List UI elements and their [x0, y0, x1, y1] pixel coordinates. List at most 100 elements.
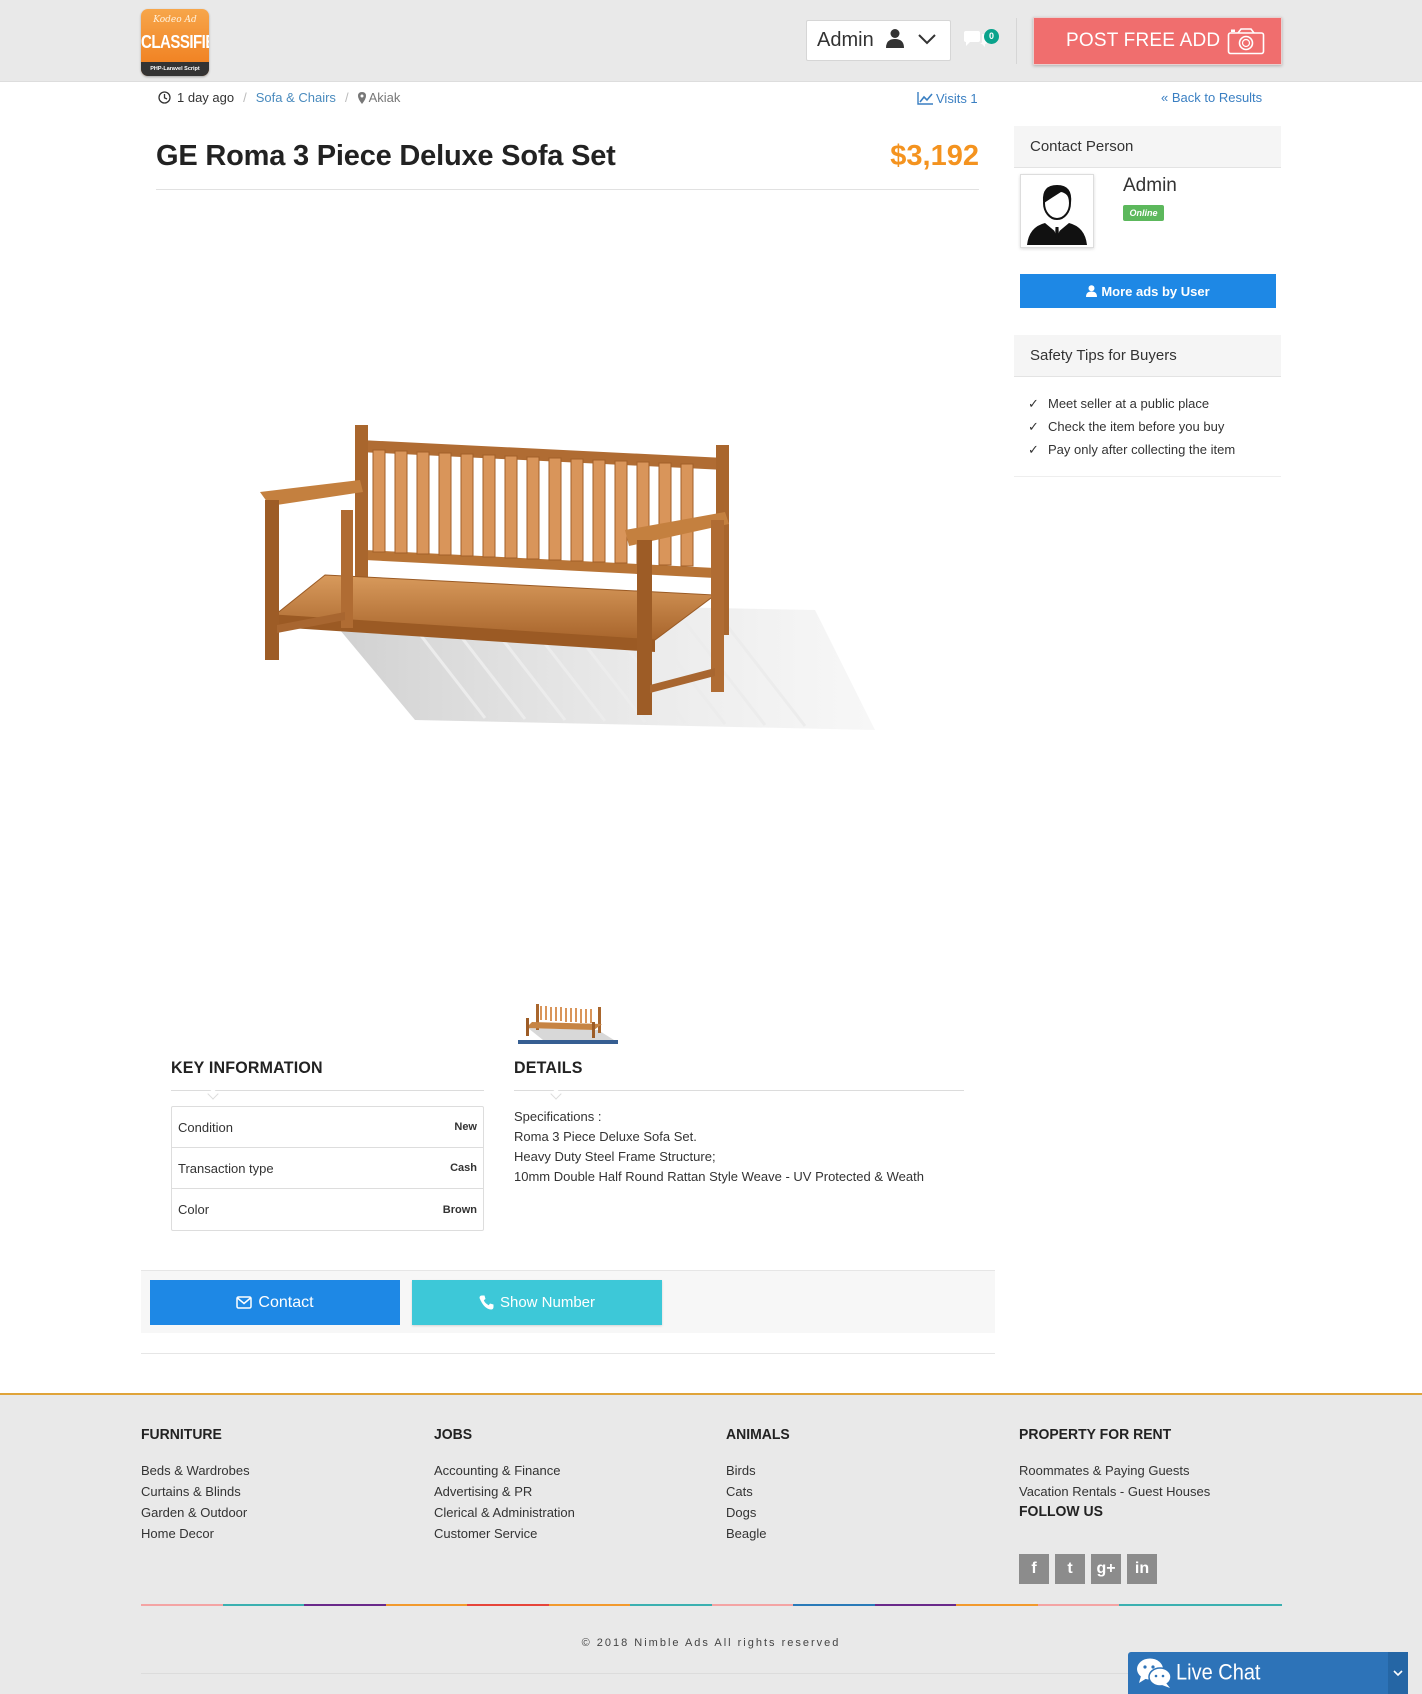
- camera-icon: [1227, 28, 1265, 61]
- color-stripe-segment: [711, 1604, 793, 1606]
- line-chart-icon: [917, 92, 933, 105]
- footer-column-title: ANIMALS: [726, 1425, 790, 1443]
- header-divider: [1016, 18, 1017, 64]
- info-key: Transaction type: [178, 1160, 274, 1176]
- footer-link[interactable]: Vacation Rentals - Guest Houses: [1019, 1481, 1210, 1502]
- contact-person-heading: Contact Person: [1014, 126, 1281, 168]
- table-row: Color Brown: [172, 1189, 483, 1230]
- live-chat-widget[interactable]: Live Chat: [1128, 1652, 1408, 1694]
- chat-bubbles-icon: [1137, 1658, 1172, 1688]
- color-stripe-segment: [1037, 1604, 1119, 1606]
- footer-link[interactable]: Home Decor: [141, 1523, 250, 1544]
- back-to-results-label: Back to Results: [1171, 90, 1263, 105]
- user-menu-dropdown[interactable]: Admin: [806, 20, 951, 61]
- footer-link[interactable]: Birds: [726, 1460, 766, 1481]
- twitter-icon[interactable]: t: [1055, 1554, 1085, 1584]
- color-stripe-segment: [793, 1604, 875, 1606]
- breadcrumb-separator: /: [344, 90, 349, 105]
- user-icon: [1086, 285, 1098, 297]
- content-divider: [141, 1353, 995, 1354]
- listing-location[interactable]: Akiak: [369, 90, 401, 105]
- more-ads-label: More ads by User: [1101, 283, 1210, 299]
- details-divider: [514, 1088, 964, 1100]
- footer-link[interactable]: Curtains & Blinds: [141, 1481, 250, 1502]
- footer-link-list: Accounting & Finance Advertising & PR Cl…: [434, 1460, 575, 1544]
- footer-link[interactable]: Customer Service: [434, 1523, 575, 1544]
- breadcrumb-category-link[interactable]: Sofa & Chairs: [256, 90, 336, 105]
- details-line: Specifications :: [514, 1109, 602, 1124]
- follow-us-heading: FOLLOW US: [1019, 1502, 1103, 1520]
- table-row: Condition New: [172, 1107, 483, 1148]
- logo-top-text: Kodeo Ad: [153, 15, 197, 25]
- facebook-icon[interactable]: f: [1019, 1554, 1049, 1584]
- footer-column-title: PROPERTY FOR RENT: [1019, 1425, 1172, 1443]
- contact-button[interactable]: Contact: [150, 1280, 400, 1325]
- footer-link[interactable]: Clerical & Administration: [434, 1502, 575, 1523]
- footer-link[interactable]: Cats: [726, 1481, 766, 1502]
- chevron-down-icon: [917, 32, 936, 50]
- chevron-down-icon[interactable]: [1388, 1652, 1408, 1694]
- color-stripe-segment: [956, 1604, 1038, 1606]
- color-stripe-segment: [385, 1604, 467, 1606]
- check-icon: ✓: [1028, 395, 1039, 411]
- footer-link[interactable]: Beagle: [726, 1523, 766, 1544]
- list-item: ✓ Check the item before you buy: [1028, 415, 1235, 438]
- info-key: Condition: [178, 1119, 233, 1135]
- listing-price: $3,192: [890, 140, 979, 172]
- messages-count-badge: 0: [984, 29, 999, 44]
- contact-button-label: Contact: [258, 1293, 314, 1311]
- title-divider: [156, 189, 979, 190]
- color-stripe-segment: [1119, 1604, 1201, 1606]
- list-item: ✓ Meet seller at a public place: [1028, 392, 1235, 415]
- live-chat-label: Live Chat: [1176, 1660, 1261, 1685]
- footer-color-stripe: [141, 1604, 1282, 1606]
- footer-link[interactable]: Garden & Outdoor: [141, 1502, 250, 1523]
- details-line: Heavy Duty Steel Frame Structure;: [514, 1149, 716, 1164]
- footer-link[interactable]: Beds & Wardrobes: [141, 1460, 250, 1481]
- tip-text: Pay only after collecting the item: [1048, 442, 1236, 457]
- phone-icon: [479, 1295, 494, 1310]
- seller-name: Admin: [1123, 175, 1177, 196]
- tip-text: Meet seller at a public place: [1048, 396, 1210, 411]
- footer-link-list: Beds & Wardrobes Curtains & Blinds Garde…: [141, 1460, 250, 1544]
- copyright-text: © 2018 Nimble Ads All rights reserved: [581, 1637, 841, 1649]
- info-value: New: [454, 1121, 477, 1133]
- color-stripe-segment: [304, 1604, 386, 1606]
- site-logo[interactable]: Kodeo Ad CLASSIFIED PHP-Laravel Script: [141, 9, 209, 76]
- color-stripe-segment: [548, 1604, 630, 1606]
- google-plus-icon[interactable]: g+: [1091, 1554, 1121, 1584]
- logo-main-text: CLASSIFIED: [141, 32, 209, 53]
- show-number-button[interactable]: Show Number: [412, 1280, 662, 1325]
- footer-link[interactable]: Dogs: [726, 1502, 766, 1523]
- back-to-results-link[interactable]: « Back to Results: [1161, 90, 1262, 105]
- footer-link[interactable]: Advertising & PR: [434, 1481, 575, 1502]
- image-thumbnail[interactable]: [518, 998, 618, 1044]
- social-links: f t g+ in: [1019, 1554, 1157, 1584]
- color-stripe-segment: [630, 1604, 712, 1606]
- visits-label: Visits 1: [936, 91, 978, 106]
- envelope-icon: [236, 1296, 253, 1309]
- check-icon: ✓: [1028, 441, 1039, 457]
- tip-text: Check the item before you buy: [1048, 419, 1225, 434]
- linkedin-icon[interactable]: in: [1127, 1554, 1157, 1584]
- post-free-ad-label: POST FREE ADD: [1066, 30, 1221, 51]
- key-information-heading: KEY INFORMATION: [171, 1059, 323, 1078]
- logo-sub-text: PHP-Laravel Script: [141, 62, 209, 76]
- visits-counter: Visits 1: [917, 91, 978, 106]
- info-key: Color: [178, 1202, 210, 1217]
- breadcrumb-separator: /: [243, 90, 247, 105]
- details-line: 10mm Double Half Round Rattan Style Weav…: [514, 1169, 924, 1184]
- key-information-table: Condition New Transaction type Cash Colo…: [171, 1106, 484, 1231]
- posted-time: 1 day ago: [177, 90, 235, 105]
- color-stripe-segment: [874, 1604, 956, 1606]
- footer-link[interactable]: Accounting & Finance: [434, 1460, 575, 1481]
- more-ads-by-user-button[interactable]: More ads by User: [1020, 274, 1276, 308]
- breadcrumb: 1 day ago / Sofa & Chairs / Akiak: [158, 90, 400, 105]
- post-free-ad-button[interactable]: POST FREE ADD: [1033, 17, 1282, 65]
- avatar: [1020, 174, 1094, 248]
- footer-link[interactable]: Roommates & Paying Guests: [1019, 1460, 1210, 1481]
- info-value: Cash: [450, 1162, 477, 1174]
- listing-main-image[interactable]: [255, 400, 875, 740]
- details-heading: DETAILS: [514, 1059, 583, 1078]
- list-item: ✓ Pay only after collecting the item: [1028, 438, 1235, 461]
